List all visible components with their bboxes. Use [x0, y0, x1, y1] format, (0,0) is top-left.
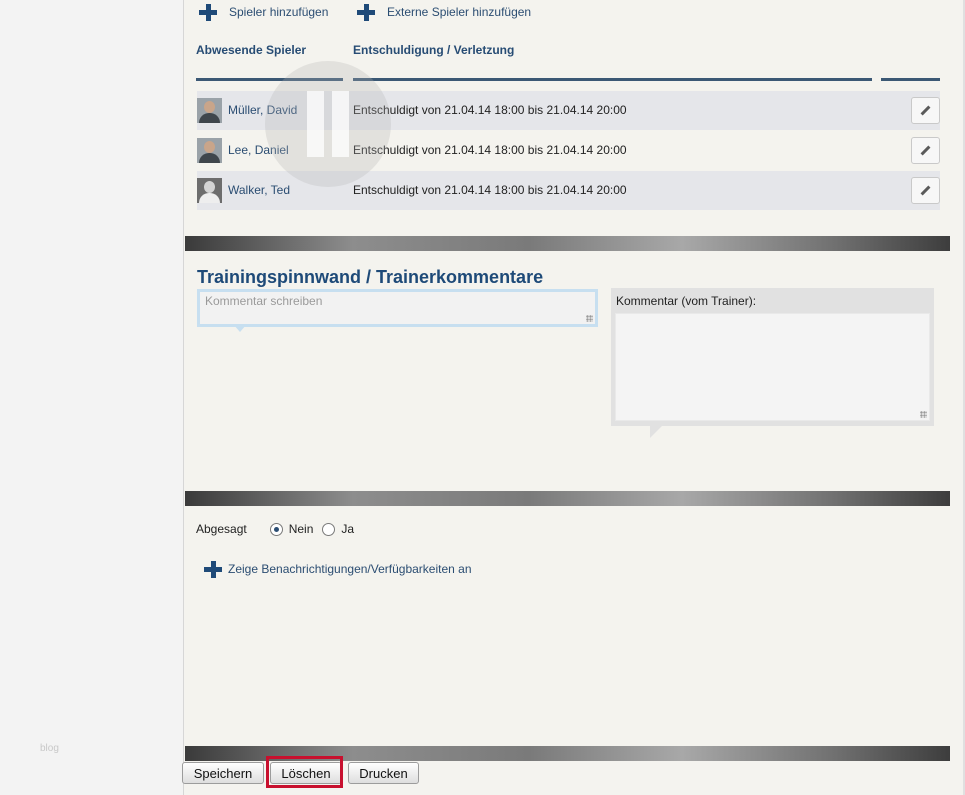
table-row: Walker, Ted Entschuldigt von 21.04.14 18… — [197, 171, 940, 210]
cancel-status: Abgesagt Nein Ja — [196, 522, 354, 536]
radio-yes[interactable] — [322, 522, 336, 536]
left-sidebar: blog — [0, 0, 184, 795]
trainer-comment-label: Kommentar (vom Trainer): — [616, 294, 757, 308]
player-name-link[interactable]: Lee, Daniel — [228, 143, 289, 157]
comment-input[interactable] — [200, 292, 595, 324]
show-notifications-link[interactable]: Zeige Benachrichtigungen/Verfügbarkeiten… — [204, 560, 472, 578]
print-button[interactable]: Drucken — [348, 762, 419, 784]
add-player-link[interactable]: Spieler hinzufügen — [199, 3, 328, 21]
edit-button[interactable] — [911, 137, 940, 164]
radio-yes-label: Ja — [341, 522, 355, 536]
edit-button[interactable] — [911, 97, 940, 124]
excuse-text: Entschuldigt von 21.04.14 18:00 bis 21.0… — [353, 103, 627, 117]
section-divider — [185, 746, 950, 761]
edit-button[interactable] — [911, 177, 940, 204]
player-name-link[interactable]: Walker, Ted — [228, 183, 290, 197]
save-button[interactable]: Speichern — [182, 762, 264, 784]
add-external-player-label: Externe Spieler hinzufügen — [387, 5, 532, 19]
excuse-text: Entschuldigt von 21.04.14 18:00 bis 21.0… — [353, 183, 627, 197]
column-header-absent-players: Abwesende Spieler — [196, 43, 307, 57]
speech-tail — [233, 324, 247, 332]
plus-icon — [204, 560, 222, 578]
radio-no[interactable] — [269, 522, 283, 536]
trainer-comment-area — [615, 313, 930, 421]
add-external-player-link[interactable]: Externe Spieler hinzufügen — [357, 3, 531, 21]
resize-grip-icon — [920, 411, 927, 418]
section-divider — [185, 236, 950, 251]
avatar — [197, 98, 222, 123]
header-underline — [353, 78, 872, 81]
trainer-comment-box: Kommentar (vom Trainer): — [611, 288, 934, 426]
excuse-text: Entschuldigt von 21.04.14 18:00 bis 21.0… — [353, 143, 627, 157]
header-underline — [881, 78, 940, 81]
header-underline — [196, 78, 343, 81]
delete-button[interactable]: Löschen — [270, 762, 342, 784]
column-header-excuse: Entschuldigung / Verletzung — [353, 43, 515, 57]
table-row: Müller, David Entschuldigt von 21.04.14 … — [197, 91, 940, 130]
avatar — [197, 138, 222, 163]
cancel-label: Abgesagt — [196, 522, 247, 536]
show-notifications-label: Zeige Benachrichtigungen/Verfügbarkeiten… — [228, 562, 472, 576]
main-content: Spieler hinzufügen Externe Spieler hinzu… — [185, 0, 950, 761]
pencil-icon — [920, 185, 931, 196]
speech-tail — [650, 426, 662, 438]
radio-no-label: Nein — [288, 522, 314, 536]
resize-grip-icon[interactable] — [586, 315, 593, 322]
avatar — [197, 178, 222, 203]
pencil-icon — [920, 105, 931, 116]
section-divider — [185, 491, 950, 506]
table-row: Lee, Daniel Entschuldigt von 21.04.14 18… — [197, 131, 940, 170]
plus-icon — [199, 3, 217, 21]
comment-input-wrapper — [197, 289, 598, 327]
blog-label: blog — [40, 743, 59, 754]
pencil-icon — [920, 145, 931, 156]
player-name-link[interactable]: Müller, David — [228, 103, 297, 117]
add-player-label: Spieler hinzufügen — [229, 5, 329, 19]
section-title: Trainingspinnwand / Trainerkommentare — [197, 267, 544, 287]
plus-icon — [357, 3, 375, 21]
